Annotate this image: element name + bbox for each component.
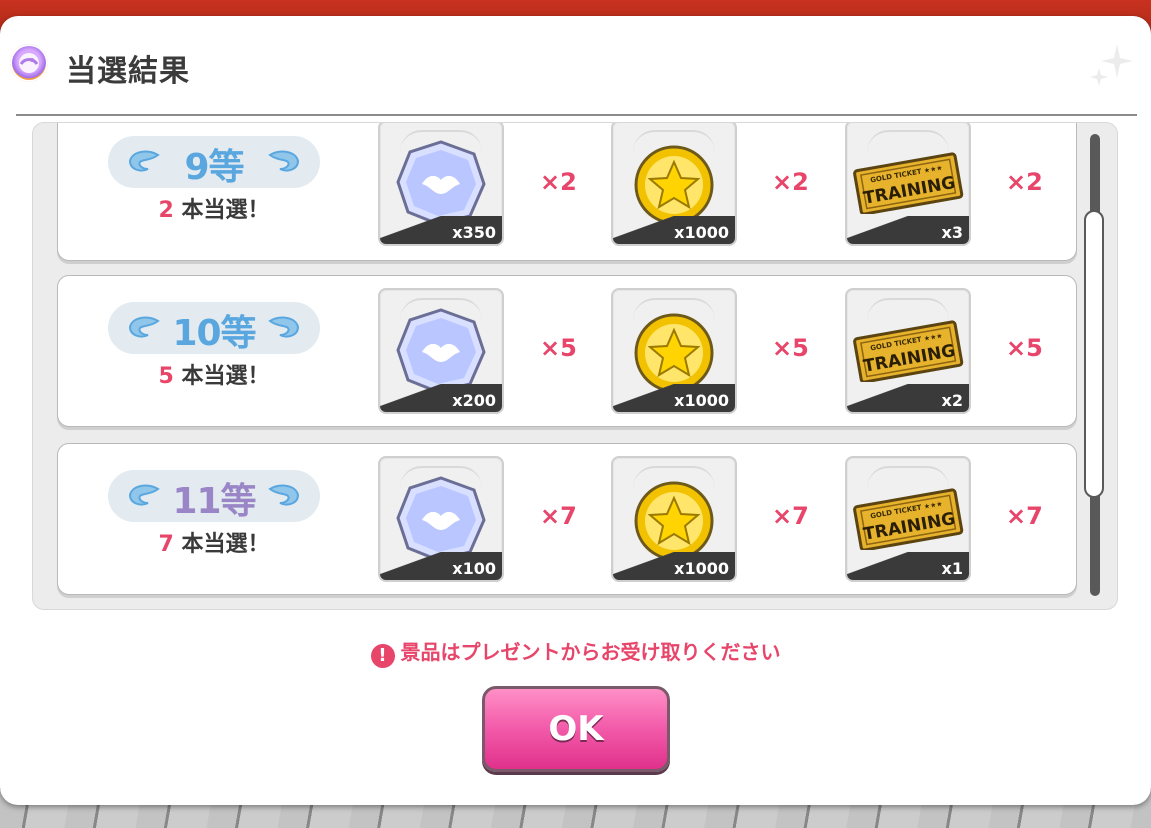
notice-text: 景品はプレゼントからお受け取りください	[400, 640, 781, 664]
right-wing-icon	[268, 316, 300, 338]
item-quantity: x1000	[674, 391, 729, 410]
ok-button[interactable]: OK	[482, 686, 670, 772]
star-coin-icon	[634, 481, 714, 561]
item-multiplier: ×7	[772, 502, 809, 530]
prize-item-jewel[interactable]: x100	[378, 456, 504, 582]
rank-badge: 9等	[108, 136, 320, 188]
prize-item-coin[interactable]: x1000	[611, 288, 737, 414]
prize-item-ticket[interactable]: GOLD TICKET ★★★ TRAINING x2	[845, 288, 971, 414]
dialog-header: 当選結果	[10, 40, 1141, 96]
header-divider	[16, 114, 1137, 116]
prize-row-10: 10等 5 本当選！ x200 ×5 x1000 ×5 GOLD TICKET …	[57, 275, 1077, 427]
prize-item-jewel[interactable]: x200	[378, 288, 504, 414]
item-quantity: x1	[941, 559, 963, 578]
rank-badge: 10等	[108, 302, 320, 354]
rank-suffix: 等	[220, 481, 257, 522]
dialog-title: 当選結果	[66, 54, 190, 89]
rank-number: 9	[184, 147, 209, 188]
scrollbar-thumb[interactable]	[1084, 210, 1104, 498]
item-multiplier: ×2	[1006, 168, 1043, 196]
item-multiplier: ×5	[540, 334, 577, 362]
star-jewel-icon	[396, 140, 486, 226]
gacha-capsule-icon	[10, 44, 48, 82]
star-coin-icon	[634, 313, 714, 393]
winners-count: 2 本当選！	[158, 198, 270, 223]
rank-number: 11	[172, 481, 221, 522]
sparkle-icon	[1090, 44, 1133, 86]
exclamation-icon: !	[370, 644, 395, 668]
rank-suffix: 等	[220, 313, 257, 354]
prize-item-coin[interactable]: x1000	[611, 123, 737, 246]
right-wing-icon	[268, 484, 300, 506]
winners-count: 5 本当選！	[158, 364, 270, 389]
star-jewel-icon	[396, 476, 486, 562]
prize-row-11: 11等 7 本当選！ x100 ×7 x1000 ×7 GOLD TICKET …	[57, 443, 1077, 595]
right-wing-icon	[268, 150, 300, 172]
rank-suffix: 等	[208, 147, 245, 188]
rank-badge: 11等	[108, 470, 320, 522]
item-quantity: x1000	[674, 223, 729, 242]
item-quantity: x200	[452, 391, 496, 410]
item-multiplier: ×7	[540, 502, 577, 530]
gold-training-ticket-icon: GOLD TICKET ★★★ TRAINING	[853, 320, 964, 382]
rank-number: 10	[172, 313, 221, 354]
notice-message: ! 景品はプレゼントからお受け取りください	[0, 636, 1151, 668]
prize-item-ticket[interactable]: GOLD TICKET ★★★ TRAINING x3	[845, 123, 971, 246]
prize-item-jewel[interactable]: x350	[378, 123, 504, 246]
gold-training-ticket-icon: GOLD TICKET ★★★ TRAINING	[853, 152, 964, 214]
prize-item-ticket[interactable]: GOLD TICKET ★★★ TRAINING x1	[845, 456, 971, 582]
star-jewel-icon	[396, 308, 486, 394]
item-quantity: x1000	[674, 559, 729, 578]
item-multiplier: ×2	[540, 168, 577, 196]
item-multiplier: ×7	[1006, 502, 1043, 530]
item-quantity: x2	[941, 391, 963, 410]
scrollbar[interactable]	[1084, 134, 1106, 596]
item-quantity: x350	[452, 223, 496, 242]
item-multiplier: ×5	[772, 334, 809, 362]
prize-list[interactable]: 9等 2 本当選！ x350 ×2 x1000 ×2 GOLD TICKET ★…	[32, 122, 1118, 610]
prize-item-coin[interactable]: x1000	[611, 456, 737, 582]
item-multiplier: ×5	[1006, 334, 1043, 362]
star-coin-icon	[634, 145, 714, 225]
prize-row-9: 9等 2 本当選！ x350 ×2 x1000 ×2 GOLD TICKET ★…	[57, 123, 1077, 261]
item-quantity: x100	[452, 559, 496, 578]
item-multiplier: ×2	[772, 168, 809, 196]
winners-count: 7 本当選！	[158, 532, 270, 557]
gold-training-ticket-icon: GOLD TICKET ★★★ TRAINING	[853, 488, 964, 550]
item-quantity: x3	[941, 223, 963, 242]
